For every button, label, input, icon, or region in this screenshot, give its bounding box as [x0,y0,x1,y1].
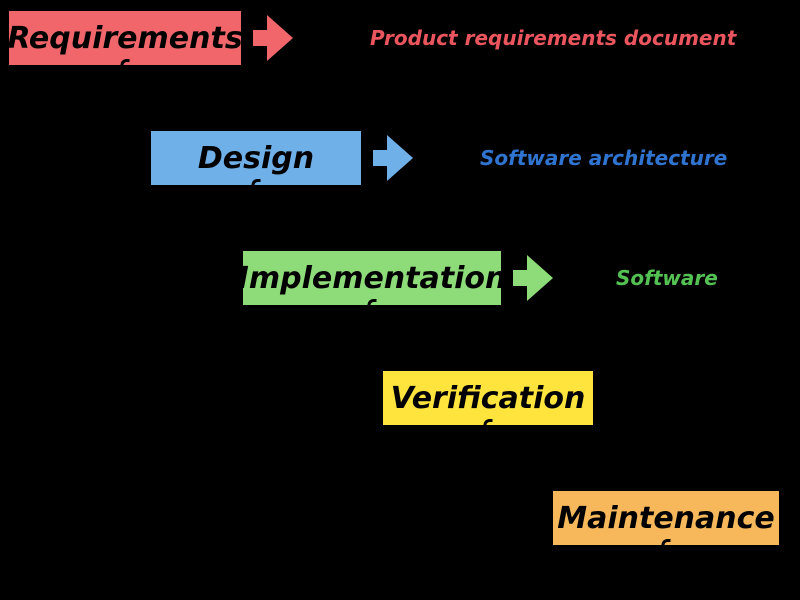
stage-label: Requirements [7,21,242,56]
stage-label: Maintenance [557,501,775,536]
output-requirements: Product requirements document [370,26,736,50]
output-implementation: Software [616,266,718,290]
stage-maintenance: Maintenance [550,488,782,548]
stage-verification: Verification [380,368,596,428]
output-design: Software architecture [480,146,727,170]
stage-label: Verification [391,381,586,416]
stage-label: Implementation [238,261,507,296]
stage-requirements: Requirements [6,8,244,68]
waterfall-diagram: Requirements Product requirements docume… [0,0,800,600]
stage-design: Design [148,128,364,188]
stage-label: Design [198,141,314,176]
stage-implementation: Implementation [240,248,504,308]
